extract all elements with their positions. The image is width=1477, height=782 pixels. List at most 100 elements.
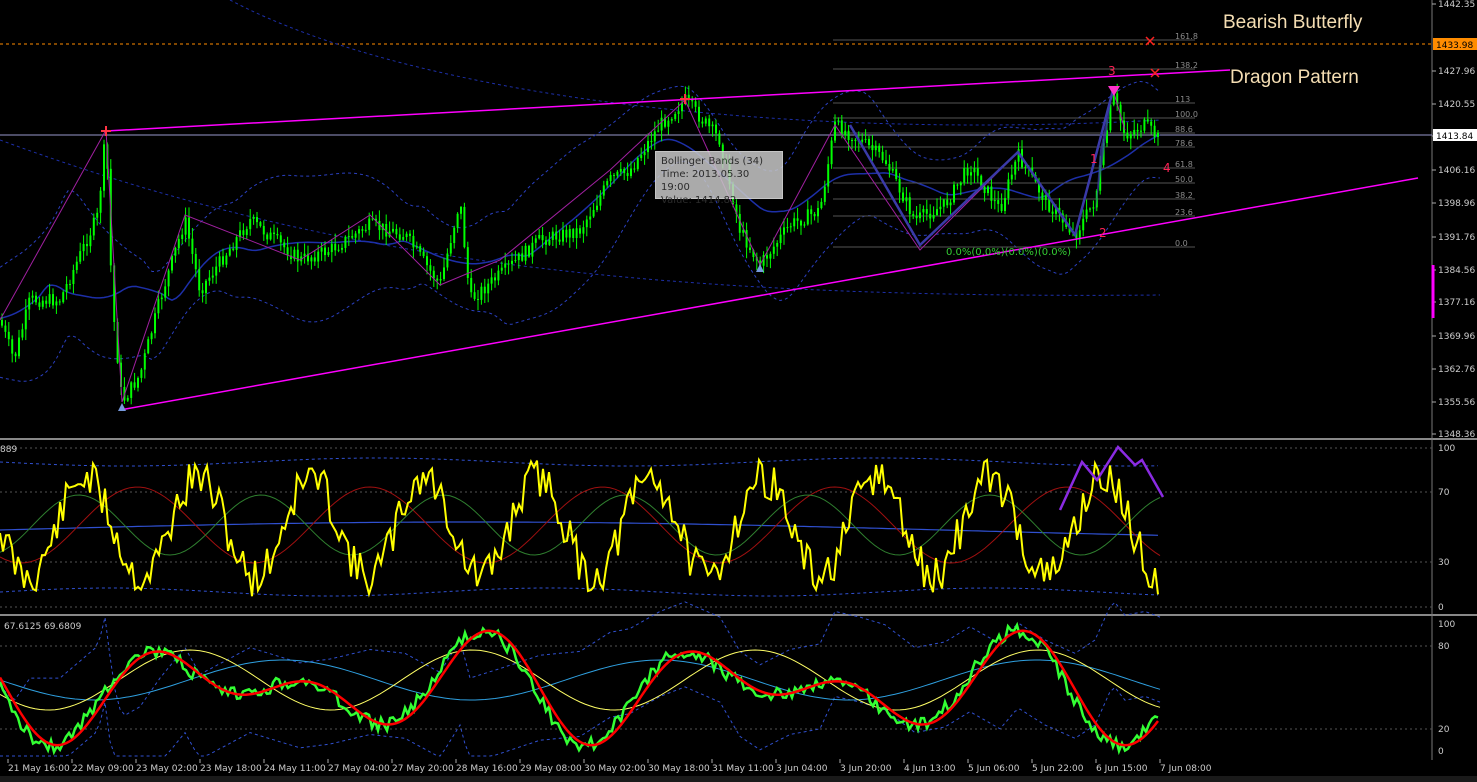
candle-body: [919, 212, 921, 219]
candle-body: [993, 200, 996, 202]
candle-body: [463, 206, 466, 248]
candle-body: [354, 233, 357, 238]
pivot-3-label: 3: [1108, 64, 1116, 78]
candle-body: [55, 301, 58, 306]
candle-body: [256, 217, 258, 223]
candle-body: [341, 247, 343, 250]
candle-body: [82, 243, 85, 252]
candle-body: [154, 313, 156, 334]
candle-body: [171, 255, 173, 271]
candle-body: [86, 243, 88, 247]
candle-body: [443, 267, 445, 280]
candle-body: [511, 260, 513, 264]
candle-body: [1143, 119, 1146, 131]
candle-body: [854, 139, 857, 142]
candle-body: [21, 329, 24, 338]
osc1-tick-label: 100: [1438, 444, 1455, 454]
candle-body: [589, 216, 592, 220]
candle-body: [477, 298, 479, 300]
candle-body: [810, 209, 813, 214]
candle-body: [41, 300, 44, 307]
candle-body: [1, 320, 3, 326]
candle-body: [534, 238, 537, 243]
candle-body: [514, 260, 517, 262]
time-tick-label: 28 May 16:00: [456, 764, 518, 774]
candle-body: [208, 277, 211, 281]
candle-body: [1092, 207, 1095, 209]
candle-body: [273, 232, 275, 234]
candle-body: [888, 164, 891, 171]
candle-body: [793, 218, 796, 227]
candle-body: [987, 186, 989, 194]
candle-body: [966, 167, 969, 176]
candle-body: [885, 160, 887, 165]
candle-body: [973, 168, 976, 173]
candle-body: [327, 252, 330, 256]
candle-body: [72, 269, 75, 285]
candle-body: [827, 164, 830, 187]
current-price-label: 1413.84: [1436, 132, 1473, 142]
candle-body: [803, 224, 806, 226]
candle-body: [392, 228, 394, 232]
price-tick-label: 1406.16: [1438, 166, 1475, 176]
tooltip-title: Bollinger Bands (34): [661, 156, 764, 167]
candle-body: [823, 186, 826, 202]
chart-canvas[interactable]: 161.8138.2113100.088.678.661.850.038.223…: [0, 0, 1477, 782]
candle-body: [205, 280, 207, 294]
candle-body: [1078, 230, 1081, 239]
candle-body: [283, 242, 286, 248]
candle-body: [531, 242, 534, 257]
candle-body: [310, 257, 313, 262]
stoch-signal-line: [0, 621, 1159, 756]
candle-body: [674, 113, 677, 120]
candle-body: [779, 234, 782, 243]
candle-body: [936, 209, 938, 215]
candle-body: [446, 253, 449, 268]
candle-body: [473, 292, 476, 299]
time-tick-label: 5 Jun 06:00: [968, 764, 1020, 774]
candle-body: [766, 255, 768, 259]
osc2-band-lower: [0, 686, 1161, 757]
pivot-4-label: 4: [1163, 161, 1171, 175]
candle-body: [749, 247, 751, 250]
price-tick-label: 1348.36: [1438, 430, 1475, 440]
candle-body: [609, 175, 612, 182]
candle-body: [902, 192, 904, 202]
candle-body: [286, 247, 289, 256]
candle-body: [1136, 129, 1139, 132]
candle-body: [409, 233, 411, 236]
candle-body: [813, 213, 816, 217]
candle-body: [279, 235, 282, 243]
candle-body: [623, 168, 626, 174]
candle-body: [881, 151, 884, 161]
candle-body: [579, 228, 581, 234]
candle-body: [630, 168, 632, 176]
candle-body: [426, 256, 428, 266]
candle-body: [99, 190, 102, 213]
candle-body: [89, 235, 92, 247]
candle-body: [528, 245, 530, 257]
candle-body: [137, 377, 139, 388]
candle-body: [412, 235, 415, 248]
candle-body: [596, 205, 598, 210]
osc2-blue-line: [0, 659, 1161, 701]
candle-body: [177, 238, 180, 248]
candle-body: [704, 118, 707, 124]
candle-body: [946, 199, 949, 206]
price-tick-label: 1427.96: [1438, 67, 1475, 77]
time-tick-label: 23 May 02:00: [136, 764, 198, 774]
osc2-band-upper: [0, 601, 1161, 716]
candle-body: [249, 218, 252, 230]
candle-body: [79, 251, 82, 262]
time-tick-label: 27 May 04:00: [328, 764, 390, 774]
candle-body: [419, 246, 422, 252]
candle-body: [800, 220, 802, 226]
candle-body: [925, 209, 928, 214]
price-tick-label: 1442.35: [1438, 0, 1475, 10]
lower-trendline: [119, 177, 1419, 411]
candle-body: [653, 131, 656, 142]
candle-body: [657, 130, 660, 132]
candle-body: [259, 222, 262, 226]
candle-body: [126, 397, 129, 401]
candle-body: [266, 234, 269, 240]
